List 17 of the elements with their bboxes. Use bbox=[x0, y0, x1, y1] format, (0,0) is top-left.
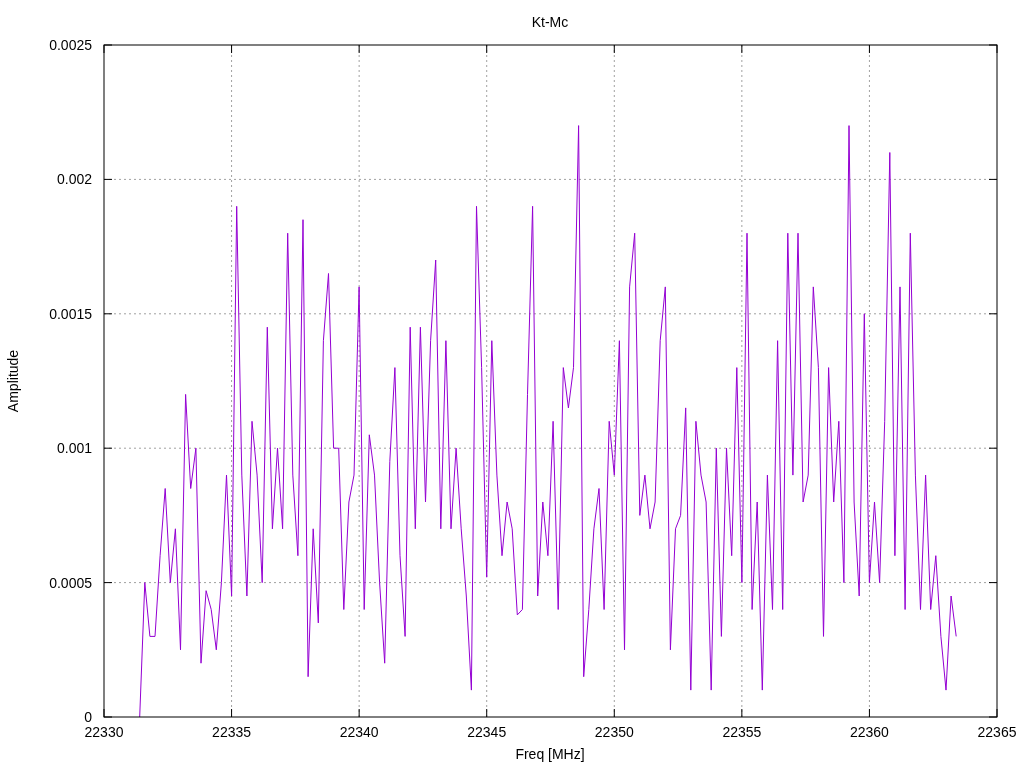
y-tick-label: 0 bbox=[84, 709, 92, 725]
y-tick-label: 0.0005 bbox=[49, 574, 92, 591]
y-tick-label: 0.002 bbox=[56, 171, 92, 188]
x-tick-label: 22360 bbox=[849, 724, 889, 740]
y-tick-label: 0.001 bbox=[56, 440, 92, 457]
x-axis-label: Freq [MHz] bbox=[515, 746, 585, 762]
x-tick-label: 22365 bbox=[977, 724, 1017, 740]
x-tick-label: 22335 bbox=[212, 724, 252, 740]
x-tick-label: 22345 bbox=[467, 724, 507, 740]
y-tick-label: 0.0025 bbox=[49, 37, 92, 53]
y-tick-label: 0.0015 bbox=[49, 305, 92, 322]
x-tick-label: 22350 bbox=[594, 724, 634, 740]
chart-title: Kt-Mc bbox=[531, 14, 569, 30]
x-tick-label: 22340 bbox=[339, 724, 379, 740]
x-tick-label: 22330 bbox=[84, 724, 124, 740]
x-tick-label: 22355 bbox=[722, 724, 762, 740]
y-axis-label: Amplitude bbox=[5, 349, 21, 413]
